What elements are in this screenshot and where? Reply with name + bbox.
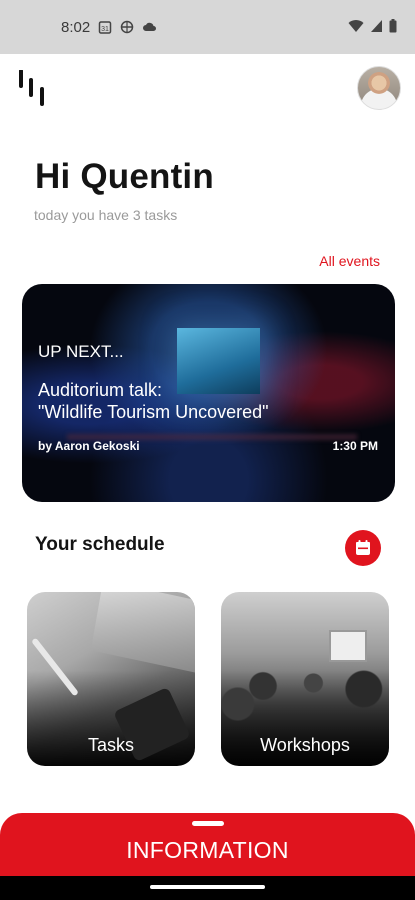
tasks-tile[interactable]: Tasks — [27, 592, 195, 766]
greeting-title: Hi Quentin — [35, 157, 214, 196]
calendar-icon: 31 — [98, 21, 112, 34]
talk-title-line1: Auditorium talk: — [38, 380, 163, 400]
battery-icon — [389, 19, 397, 33]
laptop-image — [90, 592, 195, 674]
talk-title: Auditorium talk: "Wildlife Tourism Uncov… — [38, 379, 269, 423]
all-events-link[interactable]: All events — [319, 253, 380, 269]
calendar-icon — [356, 540, 370, 555]
schedule-title: Your schedule — [35, 534, 165, 555]
cloud-icon — [143, 22, 156, 31]
greeting-subtitle: today you have 3 tasks — [34, 207, 178, 223]
status-bar: 8:02 31 — [0, 0, 415, 54]
vpn-icon — [120, 20, 134, 34]
status-time: 8:02 — [61, 19, 91, 36]
talk-speaker: by Aaron Gekoski — [38, 439, 140, 453]
wifi-icon — [348, 20, 364, 32]
workshops-tile[interactable]: Workshops — [221, 592, 389, 766]
pen-image — [31, 637, 79, 697]
talk-time: 1:30 PM — [332, 439, 378, 453]
calendar-button[interactable] — [345, 530, 381, 566]
tasks-tile-label: Tasks — [87, 735, 134, 755]
home-indicator[interactable] — [150, 885, 265, 889]
information-button[interactable]: INFORMATION — [0, 813, 415, 883]
user-avatar[interactable] — [357, 66, 401, 110]
sheet-handle[interactable] — [192, 821, 224, 826]
signal-icon — [371, 20, 382, 32]
app-logo-icon[interactable] — [18, 70, 50, 106]
workshops-tile-label: Workshops — [260, 735, 350, 755]
svg-text:31: 31 — [101, 26, 109, 33]
information-label: INFORMATION — [126, 837, 289, 863]
talk-title-line2: "Wildlife Tourism Uncovered" — [38, 402, 269, 422]
workshop-audience-image — [221, 662, 389, 722]
up-next-label: UP NEXT... — [38, 342, 124, 361]
system-nav-bar — [0, 876, 415, 900]
workshop-screen-image — [329, 630, 367, 662]
up-next-card[interactable]: UP NEXT... Auditorium talk: "Wildlife To… — [22, 284, 395, 502]
